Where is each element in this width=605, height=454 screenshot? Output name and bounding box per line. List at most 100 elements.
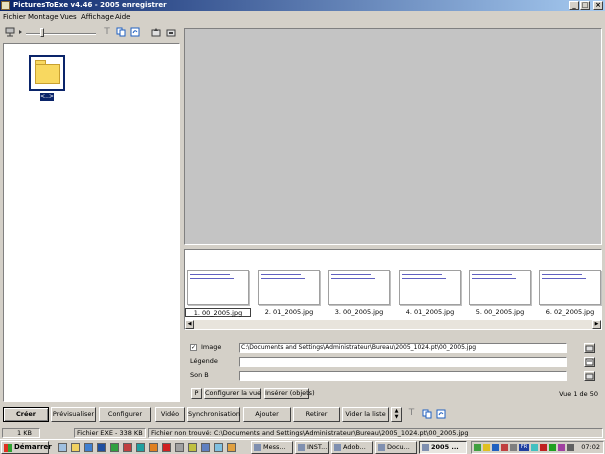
title-bar[interactable]: PicturesToExe v4.46 - 2005 enregistrer _… — [0, 0, 605, 11]
menu-fichier[interactable]: Fichier — [3, 13, 26, 21]
insert-objects-button[interactable]: Insérer (objets) — [264, 388, 315, 399]
configure-view-button[interactable]: Configurer la vue — [204, 388, 261, 399]
task-icon — [254, 444, 261, 451]
task-label: INST... — [307, 443, 328, 451]
up-folder-icon[interactable] — [151, 27, 161, 37]
tray-icon[interactable] — [540, 444, 547, 451]
sound-field[interactable] — [239, 371, 567, 381]
taskbar-button[interactable]: Mess... — [251, 441, 293, 454]
desktop-icon[interactable] — [58, 443, 67, 452]
taskbar-button[interactable]: INST... — [295, 441, 329, 454]
tray-icon[interactable] — [474, 444, 481, 451]
app-icon[interactable] — [123, 443, 132, 452]
app-icon[interactable] — [149, 443, 158, 452]
speaker-icon[interactable] — [567, 444, 574, 451]
start-button[interactable]: Démarrer — [1, 441, 52, 454]
text-icon[interactable]: T — [405, 407, 418, 422]
taskbar-button[interactable]: Adob... — [331, 441, 373, 454]
slider-arrow-icon — [18, 27, 23, 37]
new-folder-icon[interactable] — [166, 27, 176, 37]
slide-filmstrip[interactable]: 1. 00_2005.jpg 2. 01_2005.jpg 3. 00_2005… — [184, 249, 602, 330]
task-label: Mess... — [263, 443, 286, 451]
video-button[interactable]: Vidéo — [155, 407, 185, 422]
tray-icon[interactable] — [510, 444, 517, 451]
thumbnail-label: 5. 00_2005.jpg — [475, 308, 525, 316]
copy-icon[interactable] — [421, 407, 433, 422]
zoom-slider-track[interactable] — [26, 33, 96, 35]
toolbar: T — [0, 23, 183, 42]
tray-icon[interactable] — [492, 444, 499, 451]
browse-image-button[interactable] — [584, 343, 595, 353]
move-up-down-button[interactable]: ▲ ▼ — [391, 407, 402, 422]
create-button[interactable]: Créer — [3, 407, 49, 422]
menu-montage[interactable]: Montage — [28, 13, 59, 21]
p-button[interactable]: P — [191, 388, 202, 399]
ie-icon[interactable] — [84, 443, 93, 452]
filmstrip-scrollbar[interactable]: ◀ ▶ — [185, 320, 601, 329]
app-icon[interactable] — [214, 443, 223, 452]
legend-field[interactable] — [239, 357, 567, 367]
word-icon[interactable] — [97, 443, 106, 452]
status-exe-size: Fichier EXE - 338 KB — [74, 428, 146, 438]
tray-icon[interactable] — [483, 444, 490, 451]
menu-affichage[interactable]: Affichage — [81, 13, 114, 21]
taskbar-button-active[interactable]: 2005 ... — [419, 441, 467, 454]
app-icon[interactable] — [136, 443, 145, 452]
add-button[interactable]: Ajouter — [243, 407, 291, 422]
app-icon[interactable] — [175, 443, 184, 452]
app-icon[interactable] — [227, 443, 236, 452]
explorer-icon[interactable] — [71, 443, 80, 452]
image-path-field[interactable]: C:\Documents and Settings\Administrateur… — [239, 343, 567, 353]
slide-thumbnail[interactable]: 4. 01_2005.jpg — [397, 270, 463, 322]
taskbar-button[interactable]: Docu... — [375, 441, 417, 454]
slide-properties-panel: ✓ Image C:\Documents and Settings\Admini… — [184, 334, 602, 404]
network-drive-icon[interactable] — [5, 27, 15, 37]
slide-thumbnail[interactable]: 3. 00_2005.jpg — [326, 270, 392, 322]
app-icon[interactable] — [188, 443, 197, 452]
excel-icon[interactable] — [110, 443, 119, 452]
close-button[interactable]: × — [593, 1, 603, 10]
slide-thumbnail[interactable]: 2. 01_2005.jpg — [256, 270, 322, 322]
configure-button[interactable]: Configurer — [99, 407, 151, 422]
tray-icon[interactable] — [558, 444, 565, 451]
minimize-button[interactable]: _ — [569, 1, 579, 10]
slide-thumbnail[interactable]: 5. 00_2005.jpg — [467, 270, 533, 322]
scroll-left-arrow-icon[interactable]: ◀ — [185, 320, 194, 329]
slide-preview-area[interactable] — [184, 28, 602, 245]
slide-thumbnail[interactable]: 6. 02_2005.jpg — [537, 270, 603, 322]
legend-label: Légende — [190, 357, 218, 365]
slide-thumbnail[interactable]: 1. 00_2005.jpg — [185, 270, 251, 322]
copy-icon[interactable] — [116, 27, 126, 37]
scroll-right-arrow-icon[interactable]: ▶ — [592, 320, 601, 329]
file-browser-panel[interactable]: <..> — [3, 43, 180, 402]
task-label: Docu... — [387, 443, 410, 451]
menu-aide[interactable]: Aide — [115, 13, 130, 21]
status-message: Fichier non trouvé: C:\Documents and Set… — [148, 428, 603, 438]
tray-icon[interactable] — [501, 444, 508, 451]
maximize-button[interactable]: □ — [580, 1, 590, 10]
image-checkbox[interactable]: ✓ — [190, 344, 197, 351]
zoom-slider-thumb[interactable] — [40, 28, 44, 37]
thumbnail-image — [187, 270, 249, 305]
thumbnail-image — [328, 270, 390, 305]
tray-icon[interactable] — [531, 444, 538, 451]
tray-icon[interactable] — [549, 444, 556, 451]
clear-list-button[interactable]: Vider la liste — [342, 407, 389, 422]
app-icon[interactable] — [162, 443, 171, 452]
parent-folder-item[interactable] — [29, 55, 65, 91]
app-icon[interactable] — [201, 443, 210, 452]
remove-button[interactable]: Retirer — [293, 407, 340, 422]
language-indicator[interactable]: FR — [519, 444, 529, 451]
synchronization-button[interactable]: Synchronisation — [187, 407, 240, 422]
browse-sound-button[interactable] — [584, 371, 595, 381]
legend-edit-button[interactable] — [584, 357, 595, 367]
refresh-icon[interactable] — [435, 407, 447, 422]
task-label: Adob... — [343, 443, 366, 451]
thumbnail-label: 1. 00_2005.jpg — [185, 308, 251, 317]
preview-button[interactable]: Prévisualiser — [51, 407, 96, 422]
image-label: Image — [201, 343, 222, 351]
menu-vues[interactable]: Vues — [60, 13, 77, 21]
refresh-icon[interactable] — [130, 27, 140, 37]
windows-taskbar: Démarrer Mess... INST... Adob... Docu...… — [0, 439, 605, 454]
text-icon[interactable]: T — [102, 27, 112, 37]
